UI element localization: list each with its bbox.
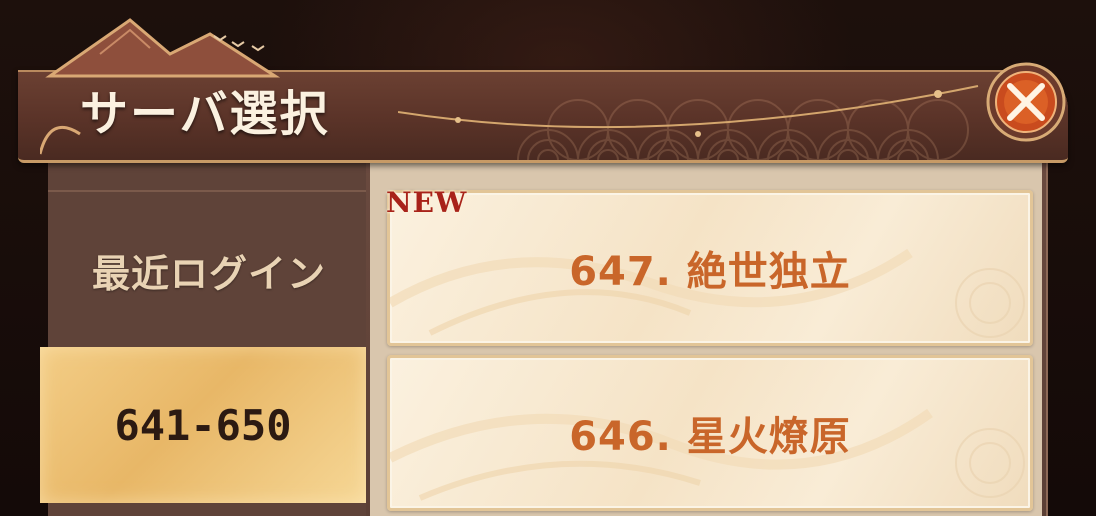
close-x-icon bbox=[986, 62, 1066, 142]
new-badge: NEW bbox=[386, 186, 468, 219]
sidebar-item-recent-login[interactable]: 最近ログイン bbox=[52, 200, 366, 340]
sidebar-item-label: 最近ログイン bbox=[91, 251, 326, 296]
server-name: 647. 絶世独立 bbox=[569, 249, 851, 295]
sidebar-item-range-selected[interactable]: 641-650 bbox=[40, 347, 366, 503]
server-name: 646. 星火燎原 bbox=[569, 414, 851, 460]
server-card-647[interactable]: 647. 絶世独立 bbox=[387, 190, 1033, 346]
sidebar-divider bbox=[48, 190, 366, 192]
string-decoration bbox=[398, 85, 979, 137]
birds-ornament bbox=[213, 35, 265, 52]
sidebar-item-label: 641-650 bbox=[114, 400, 292, 450]
close-button[interactable] bbox=[980, 62, 1072, 142]
server-card-646[interactable]: 646. 星火燎原 bbox=[387, 355, 1033, 511]
